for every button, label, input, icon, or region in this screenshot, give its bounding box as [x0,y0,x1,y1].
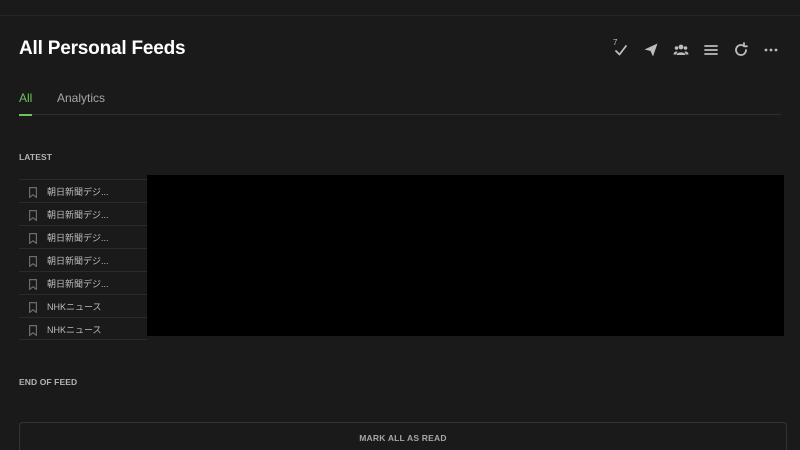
refresh-button[interactable] [731,40,751,60]
list-item[interactable]: NHKニュース [19,294,147,317]
page-title: All Personal Feeds [19,38,186,59]
header: All Personal Feeds 7 [19,36,781,66]
feed-source: 朝日新聞デジ... [47,233,109,243]
feed-source: 朝日新聞デジ... [47,210,109,220]
list-item[interactable]: NHKニュース [19,317,147,340]
top-bar [0,0,800,16]
menu-icon [704,45,718,55]
more-button[interactable] [761,40,781,60]
list-item[interactable]: 朝日新聞デジ... [19,179,147,202]
section-latest-label: LATEST [19,152,53,162]
mark-all-read-label: MARK ALL AS READ [359,433,447,443]
group-icon [673,44,689,55]
bookmark-icon[interactable] [29,208,37,222]
feed-source: 朝日新聞デジ... [47,279,109,289]
bookmark-icon[interactable] [29,185,37,199]
mark-read-button[interactable]: 7 [611,38,631,60]
end-of-feed-label: END OF FEED [19,377,78,387]
tab-all[interactable]: All [19,91,33,116]
bookmark-icon[interactable] [29,277,37,291]
feed-source: 朝日新聞デジ... [47,187,109,197]
feed-source: 朝日新聞デジ... [47,256,109,266]
feed-list: 朝日新聞デジ... 朝日新聞デジ... 朝日新聞デジ... 朝日新聞デジ... … [19,179,147,340]
feed-page: All Personal Feeds 7 All Analytics LATES… [0,0,800,450]
feed-source: NHKニュース [47,302,102,312]
bookmark-icon[interactable] [29,323,37,337]
bookmark-icon[interactable] [29,300,37,314]
tab-bar: All Analytics [19,90,781,116]
bookmark-icon[interactable] [29,254,37,268]
mark-all-read-button[interactable]: MARK ALL AS READ [19,422,787,450]
feed-source: NHKニュース [47,325,102,335]
send-icon [644,43,658,57]
list-item[interactable]: 朝日新聞デジ... [19,202,147,225]
unread-count: 7 [613,38,618,47]
list-item[interactable]: 朝日新聞デジ... [19,225,147,248]
list-item[interactable]: 朝日新聞デジ... [19,271,147,294]
team-button[interactable] [671,40,691,60]
more-icon [764,48,778,52]
layout-button[interactable] [701,40,721,60]
share-button[interactable] [641,40,661,60]
tab-analytics[interactable]: Analytics [57,91,105,115]
refresh-icon [735,42,748,56]
list-item[interactable]: 朝日新聞デジ... [19,248,147,271]
redacted-area [147,175,784,336]
bookmark-icon[interactable] [29,231,37,245]
